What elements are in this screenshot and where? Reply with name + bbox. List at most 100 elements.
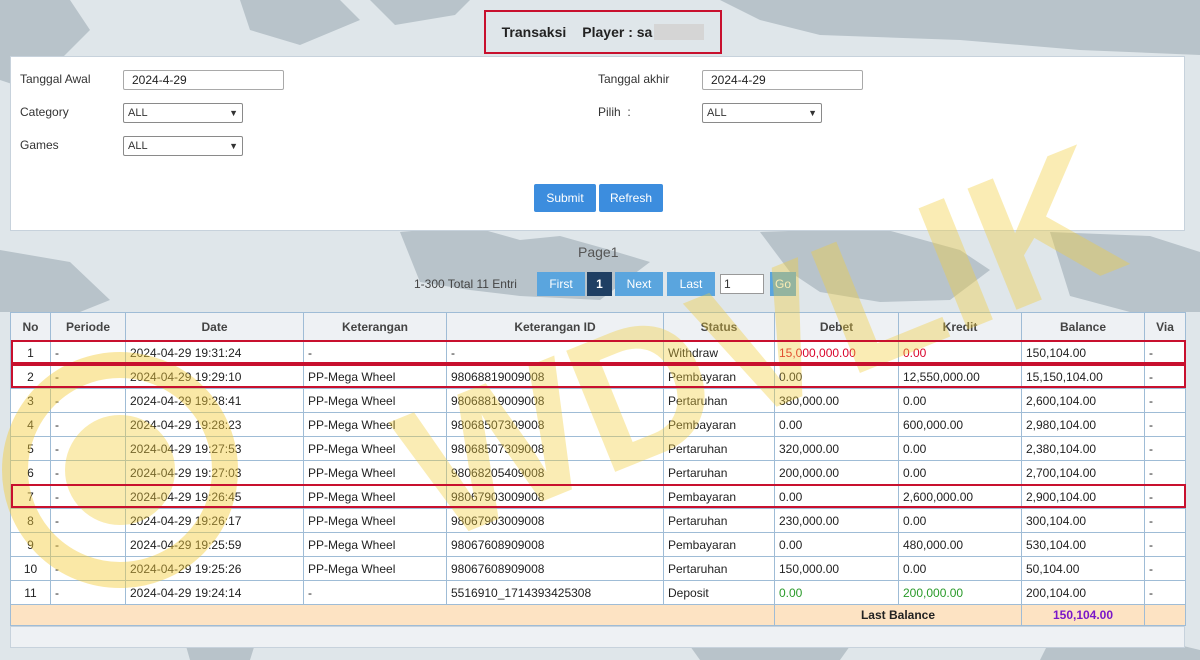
cell-periode: - [50,436,126,461]
cell-keterangan: PP-Mega Wheel [303,388,447,413]
category-select-value: ALL [128,107,148,119]
tanggal-awal-input[interactable]: 2024-4-29 [123,70,284,90]
cell-kredit: 0.00 [898,340,1022,365]
page-title: Transaksi Player : sa [484,10,722,54]
cell-status: Pembayaran [663,484,775,509]
cell-balance: 2,900,104.00 [1021,484,1145,509]
col-header-periode: Periode [50,312,126,341]
submit-button[interactable]: Submit [534,184,596,212]
cell-date: 2024-04-29 19:28:41 [125,388,304,413]
cell-no: 5 [10,436,51,461]
title-player: Player : sa [582,24,653,40]
cell-keterangan-id: 98068507309008 [446,412,664,437]
cell-date: 2024-04-29 19:27:03 [125,460,304,485]
cell-balance: 2,380,104.00 [1021,436,1145,461]
table-row: 2-2024-04-29 19:29:10 PP-Mega Wheel 980688… [10,364,1186,389]
page-indicator: Page1 [578,244,619,260]
refresh-button[interactable]: Refresh [599,184,663,212]
cell-keterangan-id: 98067608909008 [446,532,664,557]
cell-kredit: 2,600,000.00 [898,484,1022,509]
cell-via: - [1144,388,1186,413]
table-header-row: No Periode Date Keterangan Keterangan ID… [10,312,1186,341]
col-header-kredit: Kredit [898,312,1022,341]
cell-kredit: 0.00 [898,388,1022,413]
cell-status: Deposit [663,580,775,605]
cell-kredit: 200,000.00 [898,580,1022,605]
cell-keterangan-id: 98067903009008 [446,484,664,509]
cell-keterangan-id: 98068819009008 [446,388,664,413]
cell-via: - [1144,508,1186,533]
cell-periode: - [50,508,126,533]
cell-status: Pembayaran [663,364,775,389]
table-row: 6-2024-04-29 19:27:03 PP-Mega Wheel 980682… [10,460,1186,485]
pilih-select[interactable]: ALL ▼ [702,103,822,123]
category-select[interactable]: ALL ▼ [123,103,243,123]
cell-via: - [1144,436,1186,461]
cell-status: Pembayaran [663,532,775,557]
games-select[interactable]: ALL ▼ [123,136,243,156]
cell-periode: - [50,532,126,557]
cell-no: 3 [10,388,51,413]
table-row: 1-2024-04-29 19:31:24- - Withdraw 15,000,00… [10,340,1186,365]
cell-no: 11 [10,580,51,605]
next-page-button[interactable]: Next [615,272,663,296]
cell-keterangan-id: - [446,340,664,365]
col-header-no: No [10,312,51,341]
cell-periode: - [50,580,126,605]
cell-status: Withdraw [663,340,775,365]
cell-debet: 15,000,000.00 [774,340,899,365]
cell-keterangan: PP-Mega Wheel [303,556,447,581]
table-row: 9-2024-04-29 19:25:59 PP-Mega Wheel 980676… [10,532,1186,557]
chevron-down-icon: ▼ [229,141,238,151]
chevron-down-icon: ▼ [808,108,817,118]
go-button[interactable]: Go [770,272,796,296]
cell-date: 2024-04-29 19:28:23 [125,412,304,437]
cell-date: 2024-04-29 19:26:45 [125,484,304,509]
tanggal-akhir-label: Tanggal akhir [598,72,670,86]
cell-balance: 2,700,104.00 [1021,460,1145,485]
tanggal-akhir-input[interactable]: 2024-4-29 [702,70,863,90]
cell-balance: 150,104.00 [1021,340,1145,365]
table-row: 5-2024-04-29 19:27:53 PP-Mega Wheel 980685… [10,436,1186,461]
cell-balance: 300,104.00 [1021,508,1145,533]
cell-keterangan: PP-Mega Wheel [303,460,447,485]
cell-kredit: 480,000.00 [898,532,1022,557]
cell-balance: 15,150,104.00 [1021,364,1145,389]
chevron-down-icon: ▼ [229,108,238,118]
cell-status: Pertaruhan [663,508,775,533]
cell-keterangan-id: 98068507309008 [446,436,664,461]
cell-via: - [1144,580,1186,605]
cell-balance: 50,104.00 [1021,556,1145,581]
cell-balance: 200,104.00 [1021,580,1145,605]
last-page-button[interactable]: Last [667,272,715,296]
cell-via: - [1144,484,1186,509]
cell-debet: 150,000.00 [774,556,899,581]
cell-debet: 200,000.00 [774,460,899,485]
games-select-value: ALL [128,140,148,152]
cell-kredit: 600,000.00 [898,412,1022,437]
col-header-keterangan: Keterangan [303,312,447,341]
cell-keterangan-id: 98068205409008 [446,460,664,485]
cell-keterangan-id: 98067608909008 [446,556,664,581]
cell-via: - [1144,412,1186,437]
cell-debet: 0.00 [774,412,899,437]
cell-status: Pembayaran [663,412,775,437]
cell-via: - [1144,340,1186,365]
page-number-input[interactable]: 1 [720,274,764,294]
cell-debet: 230,000.00 [774,508,899,533]
cell-keterangan-id: 5516910_1714393425308 [446,580,664,605]
cell-debet: 0.00 [774,484,899,509]
cell-date: 2024-04-29 19:25:59 [125,532,304,557]
cell-date: 2024-04-29 19:26:17 [125,508,304,533]
first-page-button[interactable]: First [537,272,585,296]
cell-periode: - [50,364,126,389]
col-header-keterangan-id: Keterangan ID [446,312,664,341]
cell-periode: - [50,388,126,413]
tanggal-awal-label: Tanggal Awal [20,72,91,86]
cell-debet: 0.00 [774,580,899,605]
cell-via: - [1144,556,1186,581]
cell-kredit: 12,550,000.00 [898,364,1022,389]
current-page-button[interactable]: 1 [587,272,612,296]
cell-debet: 320,000.00 [774,436,899,461]
cell-via: - [1144,364,1186,389]
